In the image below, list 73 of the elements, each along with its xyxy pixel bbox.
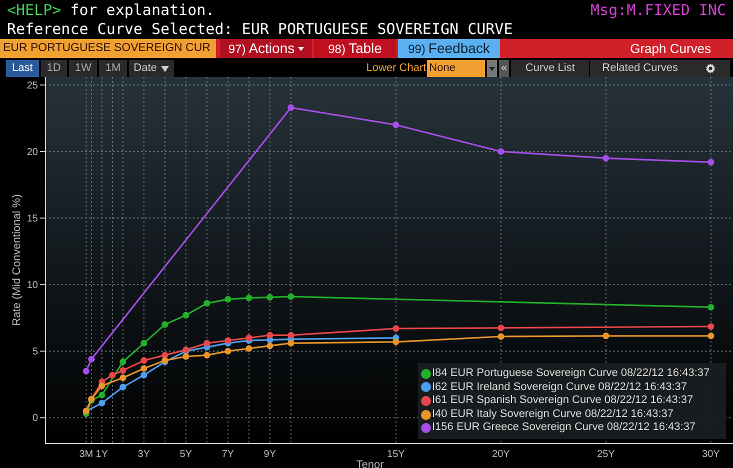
x-tick-label: 25Y bbox=[597, 449, 615, 460]
y-tick-label: 25 bbox=[26, 80, 38, 92]
data-point bbox=[246, 294, 252, 302]
settings-button[interactable] bbox=[690, 60, 730, 77]
panel-button[interactable]: Curve List bbox=[511, 60, 590, 77]
data-point bbox=[224, 296, 232, 303]
y-tick-label: 15 bbox=[26, 214, 38, 225]
data-point bbox=[140, 340, 148, 346]
data-point bbox=[162, 321, 168, 328]
data-point bbox=[288, 104, 294, 111]
y-tick-label: 20 bbox=[26, 147, 38, 158]
data-point bbox=[602, 154, 610, 162]
x-tick-label: 9Y bbox=[264, 449, 276, 460]
data-point bbox=[602, 332, 610, 340]
message-text: Msg:M.FIXED INC bbox=[590, 1, 726, 20]
toolbar-button[interactable]: 98) Table bbox=[314, 39, 396, 58]
legend-label: I84 EUR Portuguese Sovereign Curve 08/22/12 16:43:37 bbox=[432, 367, 710, 381]
range-tab[interactable]: 1M bbox=[99, 60, 127, 77]
caret-icon bbox=[160, 66, 169, 72]
data-point bbox=[392, 122, 400, 128]
curve-field[interactable]: EUR PORTUGUESE SOVEREIGN CUR bbox=[0, 39, 216, 58]
date-menu[interactable]: Date bbox=[128, 60, 174, 77]
actions-menu-button[interactable]: 97) Actions bbox=[220, 39, 312, 58]
data-point bbox=[88, 356, 95, 362]
data-point bbox=[498, 333, 504, 340]
data-point bbox=[392, 325, 400, 332]
y-tick-label: 0 bbox=[32, 413, 38, 424]
x-tick-label: 7Y bbox=[222, 449, 234, 460]
lower-chart-label: Lower Chart bbox=[366, 61, 426, 76]
x-axis-title: Tenor bbox=[356, 459, 384, 468]
data-point bbox=[120, 384, 126, 390]
range-tab[interactable]: Last bbox=[6, 60, 39, 77]
y-axis-title: Rate (Mid Conventional %) bbox=[11, 194, 23, 326]
graph-curves-title: Graph Curves bbox=[630, 40, 712, 58]
data-point bbox=[182, 312, 190, 319]
legend-label: I40 EUR Italy Sovereign Curve 08/22/12 16:43:37 bbox=[432, 408, 674, 422]
x-tick-label: 30Y bbox=[702, 449, 720, 460]
x-tick-label: 5Y bbox=[180, 449, 192, 460]
caret-icon bbox=[489, 66, 496, 70]
range-tab[interactable]: 1D bbox=[40, 60, 67, 77]
data-point bbox=[120, 358, 126, 366]
data-point bbox=[708, 332, 714, 340]
y-tick-label: 5 bbox=[32, 346, 38, 358]
x-tick-label: 3Y bbox=[138, 449, 150, 460]
data-point bbox=[288, 293, 294, 300]
data-point bbox=[708, 304, 714, 311]
help-text: for explanation. bbox=[70, 1, 215, 20]
dropdown-arrow-button[interactable] bbox=[487, 60, 498, 77]
caret-icon bbox=[298, 46, 304, 50]
toolbar-button[interactable]: 99) Feedback bbox=[398, 39, 500, 58]
x-tick-label: 20Y bbox=[492, 449, 510, 460]
x-tick-label: 15Y bbox=[387, 449, 405, 460]
legend-label: I61 EUR Spanish Sovereign Curve 08/22/12 16:43:37 bbox=[432, 394, 694, 408]
collapse-button[interactable]: « bbox=[499, 60, 510, 77]
data-point bbox=[266, 294, 274, 301]
range-tab[interactable]: 1W bbox=[68, 60, 98, 77]
y-tick-label: 10 bbox=[26, 280, 38, 292]
legend-label: I62 EUR Ireland Sovereign Curve 08/22/12 16:43:37 bbox=[432, 380, 687, 394]
panel-button[interactable]: Related Curves bbox=[590, 60, 690, 77]
data-point bbox=[708, 158, 714, 166]
reference-curve-text: Reference Curve Selected: EUR PORTUGUESE SOVEREIGN CURVE bbox=[7, 20, 514, 39]
data-point bbox=[498, 324, 504, 332]
data-point bbox=[498, 148, 504, 155]
lower-chart-dropdown[interactable]: None bbox=[427, 60, 486, 77]
help-key[interactable]: <HELP> bbox=[7, 1, 62, 20]
data-point bbox=[109, 372, 116, 378]
data-point bbox=[82, 368, 90, 374]
settings-icon bbox=[704, 63, 716, 74]
legend-label: I156 EUR Greece Sovereign Curve 08/22/12 16:43:37 bbox=[432, 421, 696, 435]
data-point bbox=[204, 300, 210, 307]
x-tick-label: 3M bbox=[79, 449, 94, 460]
data-point bbox=[708, 323, 714, 330]
x-tick-label: 1Y bbox=[96, 449, 108, 460]
